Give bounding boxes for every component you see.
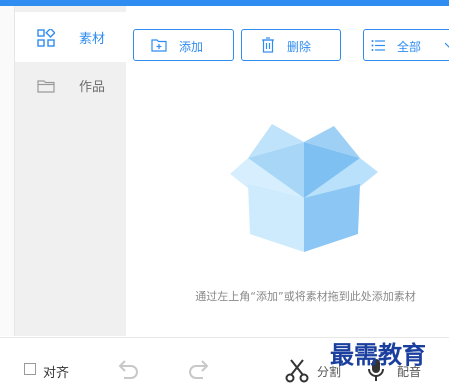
filter-dropdown[interactable]: 全部 [363, 29, 449, 61]
scissors-icon[interactable] [284, 356, 310, 384]
empty-state-hint: 通过左上角“添加”或将素材拖到此处添加素材 [195, 290, 416, 303]
filter-selected-label: 全部 [397, 40, 422, 54]
trash-icon [262, 37, 274, 53]
align-label: 对齐 [43, 366, 70, 381]
delete-button-label: 删除 [287, 40, 312, 54]
folder-icon [37, 80, 55, 93]
align-checkbox[interactable] [24, 363, 36, 375]
delete-button[interactable]: 删除 [241, 29, 341, 61]
list-icon [371, 40, 385, 51]
chevron-down-icon [444, 42, 449, 48]
undo-icon[interactable] [115, 356, 141, 384]
sidebar-item-works[interactable]: 作品 [15, 60, 126, 110]
redo-icon[interactable] [186, 356, 212, 384]
left-edge-panel [0, 6, 15, 336]
add-folder-icon [151, 39, 167, 52]
sidebar-item-label: 作品 [79, 80, 106, 95]
watermark: 最需教育 [330, 340, 426, 369]
grid-icon [37, 29, 55, 47]
sidebar-item-label: 素材 [79, 32, 106, 47]
sidebar-item-materials[interactable]: 素材 [15, 12, 126, 62]
add-button-label: 添加 [179, 40, 204, 54]
add-button[interactable]: 添加 [133, 29, 234, 61]
sidebar: 素材 作品 [15, 6, 126, 336]
empty-box-icon [230, 124, 378, 252]
